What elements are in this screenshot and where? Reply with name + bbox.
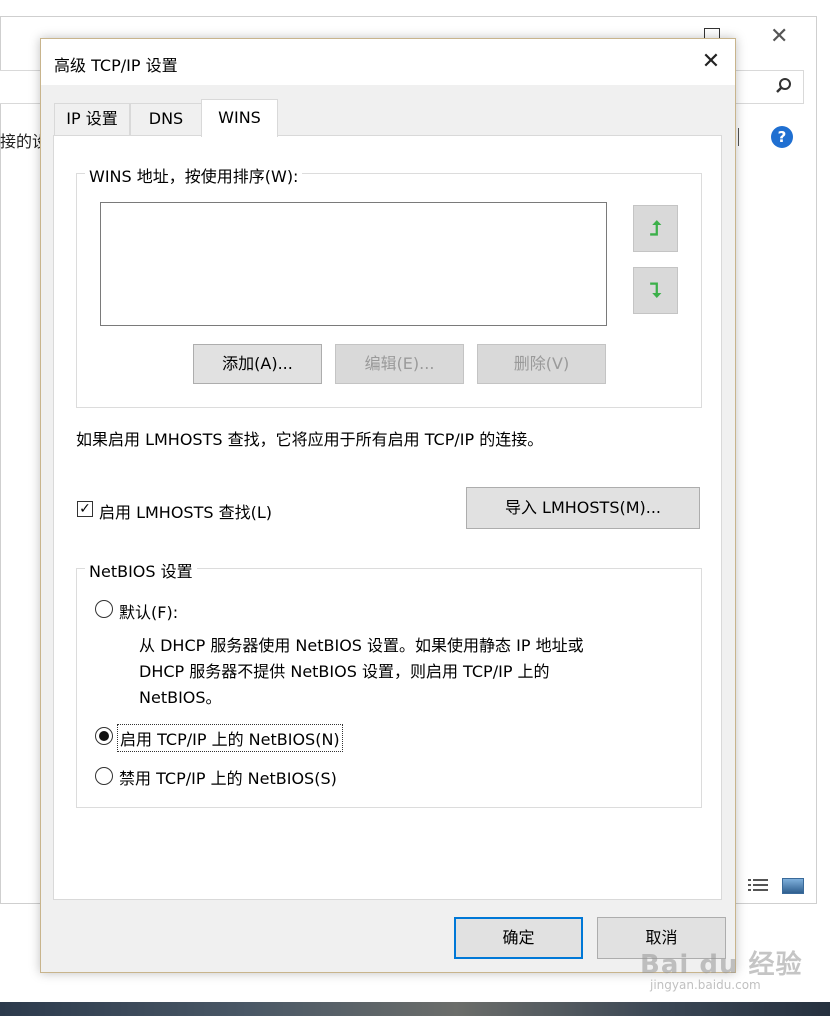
tab-label: IP 设置 [66, 109, 118, 128]
background-close-icon[interactable]: ✕ [770, 24, 788, 49]
details-view-icon[interactable] [748, 878, 770, 894]
tab-label: DNS [148, 109, 184, 128]
close-glyph: ✕ [701, 49, 721, 74]
edit-button[interactable]: 编辑(E)... [335, 344, 464, 384]
dialog-titlebar: 高级 TCP/IP 设置 ✕ [41, 39, 735, 85]
move-down-button[interactable]: ⮧ [633, 267, 678, 314]
help-glyph: ? [777, 128, 787, 146]
ok-label: 确定 [502, 928, 535, 947]
add-button[interactable]: 添加(A)... [193, 344, 322, 384]
lmhosts-info-text: 如果启用 LMHOSTS 查找，它将应用于所有启用 TCP/IP 的连接。 [76, 430, 544, 449]
netbios-disable-label[interactable]: 禁用 TCP/IP 上的 NetBIOS(S) [119, 765, 337, 789]
arrow-up-icon: ⮥ [649, 216, 662, 240]
large-icons-view-icon[interactable] [782, 878, 804, 894]
baidu-watermark: Bai du 经验 [640, 950, 803, 980]
import-lmhosts-label: 导入 LMHOSTS(M)... [504, 498, 662, 517]
delete-label: 删除(V) [513, 354, 570, 373]
move-up-button[interactable]: ⮥ [633, 205, 678, 252]
netbios-default-description: NetBIOS。 [139, 688, 222, 707]
netbios-default-label[interactable]: 默认(F): [119, 599, 178, 623]
edit-label: 编辑(E)... [364, 354, 435, 373]
dialog-title: 高级 TCP/IP 设置 [54, 56, 178, 75]
netbios-default-radio[interactable] [95, 600, 113, 618]
lmhosts-checkbox-label[interactable]: 启用 LMHOSTS 查找(L) [99, 499, 272, 523]
netbios-disable-radio[interactable] [95, 767, 113, 785]
search-icon[interactable] [774, 76, 794, 96]
baidu-watermark-url: jingyan.baidu.com [650, 978, 761, 992]
netbios-group-label: NetBIOS 设置 [85, 558, 197, 582]
netbios-default-description: DHCP 服务器不提供 NetBIOS 设置，则启用 TCP/IP 上的 [139, 662, 550, 681]
tab-wins[interactable]: WINS [201, 99, 278, 137]
tab-dns[interactable]: DNS [130, 103, 202, 135]
lmhosts-checkbox[interactable]: ✓ [77, 501, 93, 517]
help-icon[interactable]: ? [771, 126, 793, 148]
tab-ip-settings[interactable]: IP 设置 [54, 103, 130, 135]
tab-label: WINS [218, 108, 261, 127]
import-lmhosts-button[interactable]: 导入 LMHOSTS(M)... [466, 487, 700, 529]
netbios-enable-radio[interactable] [95, 727, 113, 745]
add-label: 添加(A)... [222, 354, 293, 373]
delete-button[interactable]: 删除(V) [477, 344, 606, 384]
wins-address-list[interactable] [100, 202, 607, 326]
background-partial-label: 接的设 [0, 132, 40, 151]
checkmark-icon: ✓ [79, 501, 91, 517]
advanced-tcpip-dialog: 高级 TCP/IP 设置 ✕ IP 设置 DNS WINS WINS 地址，按使… [40, 38, 736, 973]
ok-button[interactable]: 确定 [454, 917, 583, 959]
close-icon[interactable]: ✕ [695, 47, 727, 77]
background-separator [738, 128, 739, 146]
arrow-down-icon: ⮧ [649, 278, 662, 302]
wins-group-label: WINS 地址，按使用排序(W): [85, 163, 303, 187]
netbios-enable-label[interactable]: 启用 TCP/IP 上的 NetBIOS(N) [117, 724, 343, 752]
netbios-default-description: 从 DHCP 服务器使用 NetBIOS 设置。如果使用静态 IP 地址或 [139, 636, 584, 655]
desktop-background [0, 1002, 830, 1016]
